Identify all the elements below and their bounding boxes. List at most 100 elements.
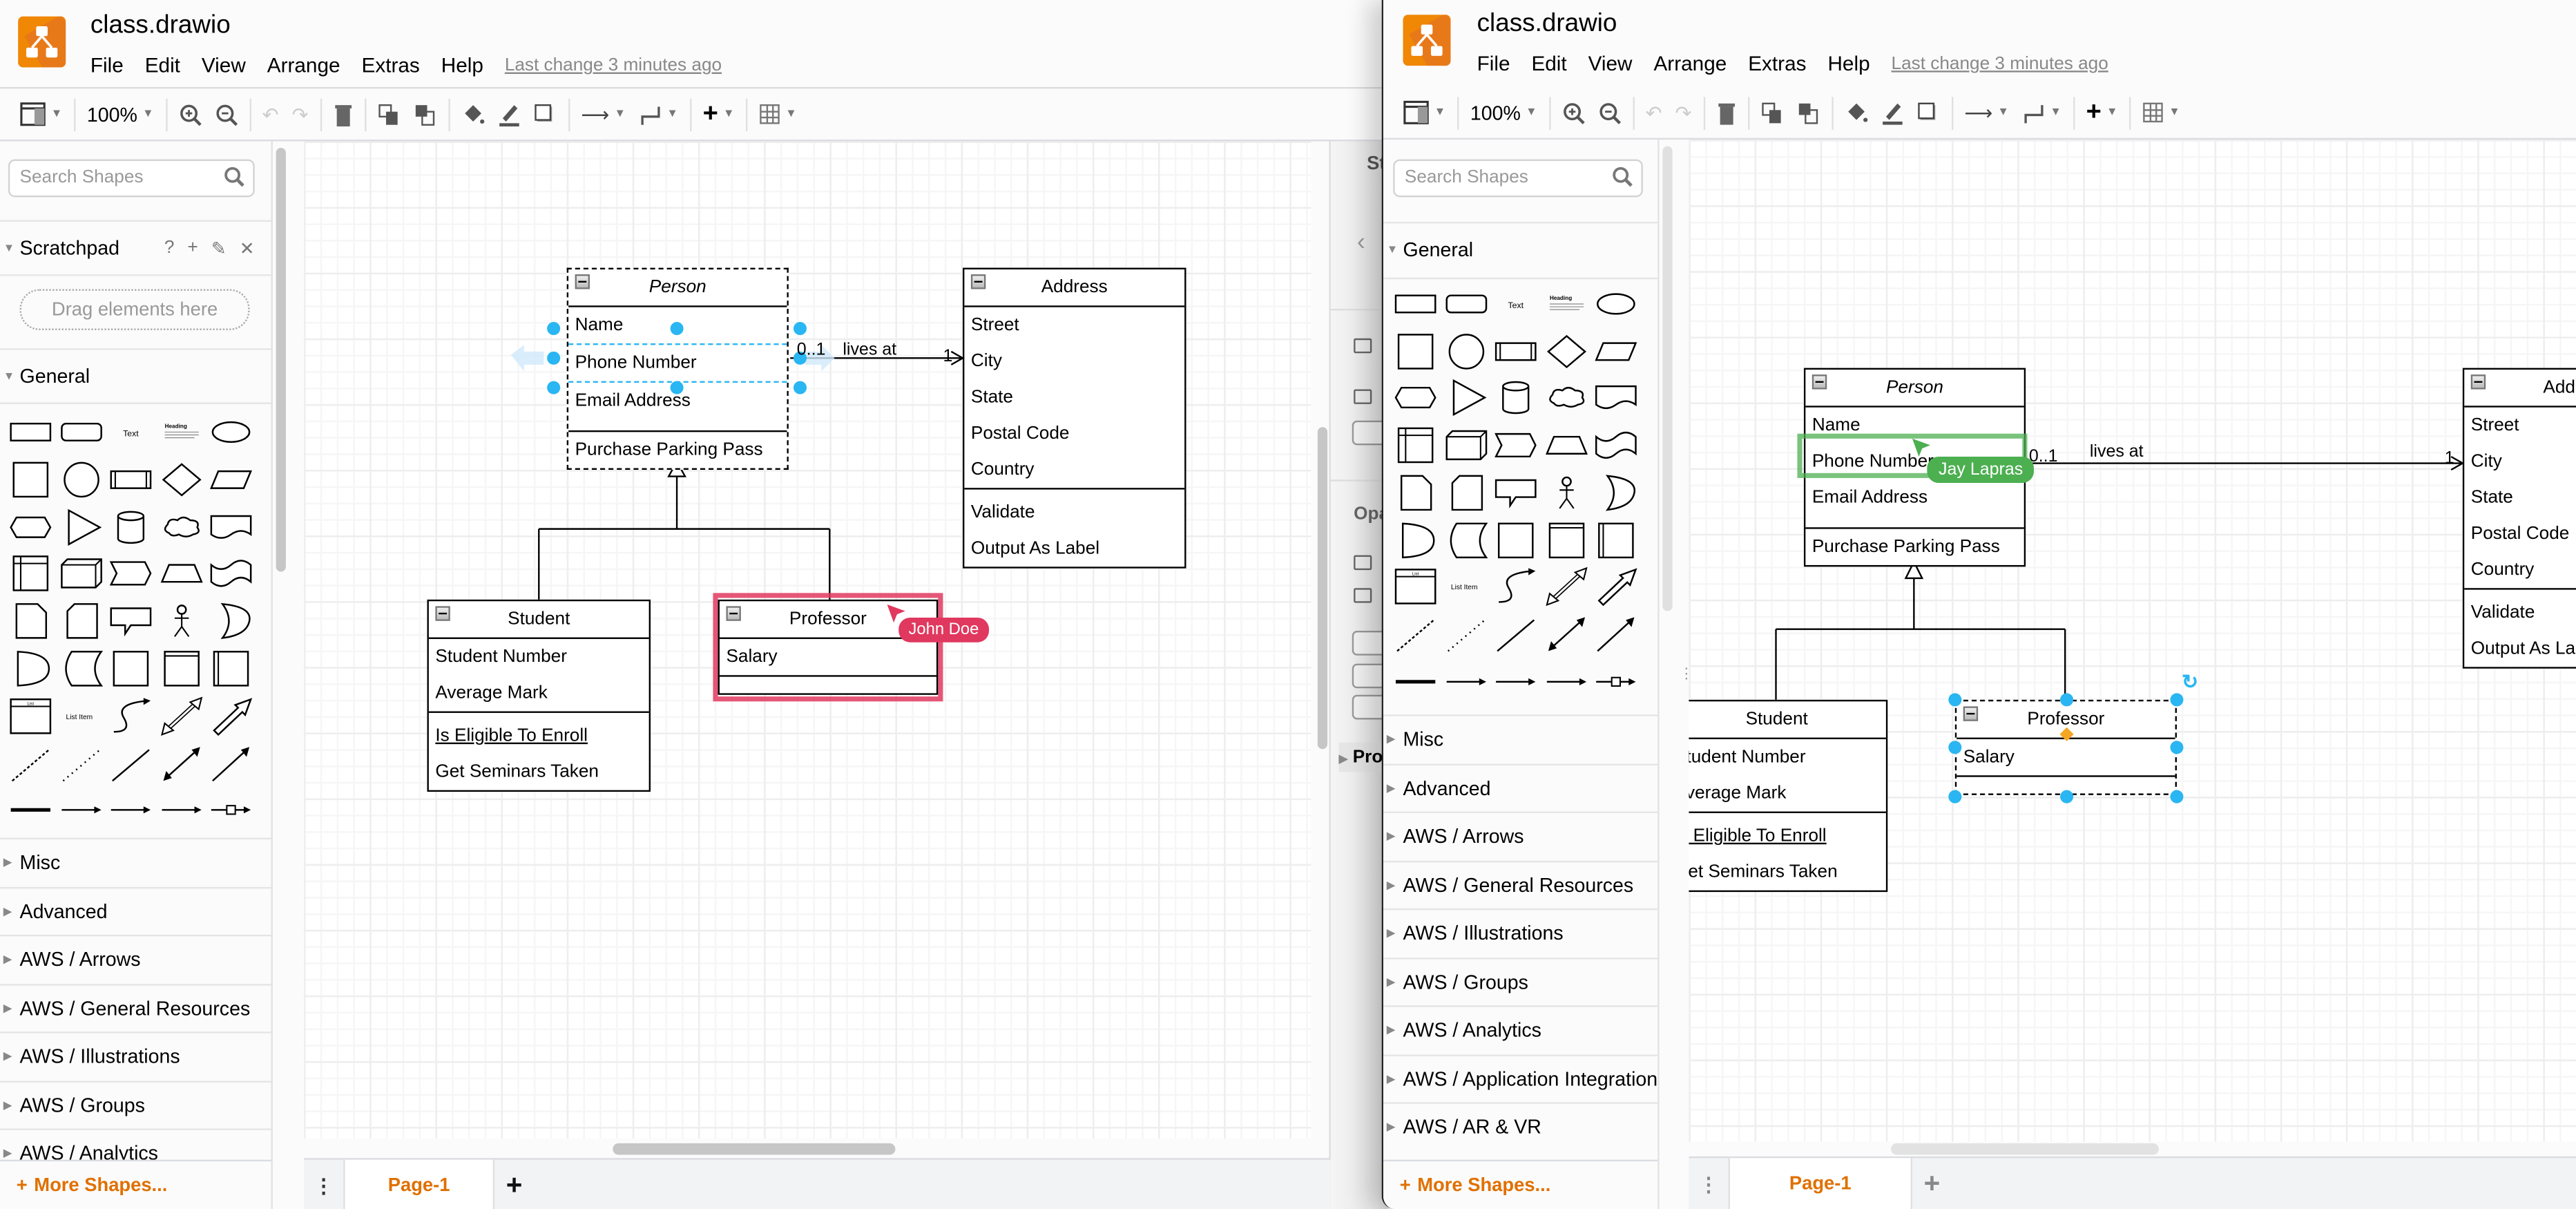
class-header[interactable]: Student <box>428 601 649 639</box>
attribute-salary[interactable]: Salary <box>1957 739 2175 775</box>
operation-is-eligible-to-enroll[interactable]: Is Eligible To Enroll <box>429 718 649 754</box>
shadow-button[interactable] <box>1910 93 1946 132</box>
to-back-button[interactable] <box>407 95 443 134</box>
property-section[interactable]: ▶ Pro <box>1338 742 1389 772</box>
attribute-average-mark[interactable]: Average Mark <box>1689 775 1885 811</box>
page-menu-icon[interactable]: ⋮ <box>1689 1158 1728 1209</box>
collapse-icon[interactable] <box>435 606 450 621</box>
class-header[interactable]: Person <box>1805 370 2024 408</box>
menu-view[interactable]: View <box>1588 53 1633 75</box>
insert-dropdown[interactable]: + ▼ <box>2079 93 2124 132</box>
edit-pencil-icon[interactable]: ✎ <box>211 238 227 259</box>
waypoints-dropdown[interactable]: ▼ <box>632 95 684 134</box>
sidebar-scrollbar[interactable] <box>276 147 286 572</box>
fill-color-button[interactable] <box>1838 93 1874 132</box>
more-shapes-button[interactable]: + More Shapes... <box>1383 1159 1658 1209</box>
diagram-canvas[interactable]: Person Name Phone Number Email Address P… <box>1689 140 2576 1142</box>
operation-get-seminars-taken[interactable]: Get Seminars Taken <box>1689 854 1885 890</box>
source-multiplicity[interactable]: 0..1 <box>797 340 826 360</box>
last-change-link[interactable]: Last change 3 minutes ago <box>1892 54 2108 75</box>
chevron-left-icon[interactable]: ‹ <box>1357 229 1365 256</box>
menu-edit[interactable]: Edit <box>145 54 180 77</box>
add-icon[interactable]: + <box>187 238 198 259</box>
to-front-button[interactable] <box>371 95 407 134</box>
sidebar-section-aws-arrows[interactable]: ▶ AWS / Arrows <box>0 934 271 983</box>
connection-style-dropdown[interactable]: ⟶ ▼ <box>575 95 633 134</box>
collapse-icon[interactable] <box>1811 374 1827 390</box>
sidebar-section-aws-arrows[interactable]: ▶ AWS / Arrows <box>1383 811 1658 860</box>
attribute-country[interactable]: Country <box>964 452 1184 488</box>
horizontal-container-shape[interactable] <box>1592 520 1651 567</box>
resize-handle[interactable] <box>793 322 807 336</box>
resize-handle[interactable] <box>670 322 684 336</box>
sidebar-section-misc[interactable]: ▶ Misc <box>1383 714 1658 763</box>
attribute-street[interactable]: Street <box>2464 408 2576 444</box>
operation-get-seminars-taken[interactable]: Get Seminars Taken <box>429 754 649 790</box>
or-shape[interactable] <box>1592 473 1651 519</box>
sidebar-section-aws-general-resources[interactable]: ▶ AWS / General Resources <box>1383 859 1658 908</box>
sidebar-section-misc[interactable]: ▶ Misc <box>0 837 271 886</box>
collapse-icon[interactable] <box>970 274 986 289</box>
class-header[interactable]: Student <box>1689 701 1886 739</box>
tape-shape[interactable] <box>207 554 267 600</box>
collapse-icon[interactable] <box>1963 706 1979 721</box>
search-shapes-field[interactable] <box>8 159 255 198</box>
menu-view[interactable]: View <box>202 54 246 77</box>
general-section-header[interactable]: ▼ General <box>0 348 271 402</box>
zoom-out-button[interactable] <box>1591 93 1627 132</box>
ellipse-shape[interactable] <box>207 412 267 459</box>
delete-button[interactable] <box>1710 93 1743 132</box>
canvas-vertical-scrollbar[interactable] <box>1317 427 1328 750</box>
resize-handle[interactable] <box>793 381 807 394</box>
undo-button[interactable]: ↶ <box>256 95 285 134</box>
association-label[interactable]: lives at <box>2090 442 2144 462</box>
menu-arrange[interactable]: Arrange <box>1653 53 1727 75</box>
canvas-horizontal-scrollbar[interactable] <box>1891 1143 2159 1155</box>
attribute-phone-number[interactable]: Phone Number <box>568 343 787 383</box>
help-icon[interactable]: ? <box>164 238 175 259</box>
checkbox[interactable] <box>1354 389 1372 404</box>
menu-extras[interactable]: Extras <box>361 54 419 77</box>
sidebar-section-aws-general-resources[interactable]: ▶ AWS / General Resources <box>0 983 271 1031</box>
class-address[interactable]: Address Street City State Postal Code Co… <box>962 267 1186 569</box>
attribute-state[interactable]: State <box>2464 479 2576 515</box>
class-header[interactable]: Person <box>568 269 787 307</box>
resize-handle[interactable] <box>2170 790 2184 803</box>
menu-file[interactable]: File <box>90 54 124 77</box>
resize-handle[interactable] <box>670 381 684 394</box>
message-connector-shape[interactable] <box>1592 661 1651 707</box>
resize-handle[interactable] <box>2060 693 2074 707</box>
sidebar-section-aws-groups[interactable]: ▶ AWS / Groups <box>1383 957 1658 1005</box>
operation-is-eligible-to-enroll[interactable]: Is Eligible To Enroll <box>1689 818 1885 854</box>
parallelogram-shape[interactable] <box>1592 332 1651 378</box>
operation-output-as-label[interactable]: Output As Label <box>2464 631 2576 667</box>
arrow-shape[interactable] <box>207 696 267 743</box>
target-multiplicity[interactable]: 1 <box>2445 448 2454 468</box>
resize-handle[interactable] <box>2060 790 2074 803</box>
operation-output-as-label[interactable]: Output As Label <box>964 531 1184 567</box>
attribute-average-mark[interactable]: Average Mark <box>429 675 649 711</box>
operation-purchase-parking-pass[interactable]: Purchase Parking Pass <box>568 432 787 468</box>
class-professor[interactable]: Professor Salary <box>1954 699 2177 795</box>
class-student[interactable]: Student Student Number Average Mark Is E… <box>427 599 651 792</box>
horizontal-container-shape[interactable] <box>207 649 267 695</box>
sidebar-section-advanced[interactable]: ▶ Advanced <box>0 886 271 935</box>
document-title[interactable]: class.drawio <box>90 12 231 41</box>
sidebar-section-aws-analytics[interactable]: ▶ AWS / Analytics <box>1383 1005 1658 1054</box>
redo-button[interactable]: ↷ <box>285 95 315 134</box>
undo-button[interactable]: ↶ <box>1639 93 1669 132</box>
page-tab[interactable]: Page-1 <box>343 1159 495 1209</box>
document-shape[interactable] <box>1592 379 1651 425</box>
resize-handle[interactable] <box>1948 790 1962 803</box>
diagram-canvas[interactable]: Person Name Phone Number Email Address P… <box>304 141 1311 1139</box>
association-label[interactable]: lives at <box>843 340 896 360</box>
line-color-button[interactable] <box>491 95 527 134</box>
sidebar-scrollbar[interactable] <box>1662 146 1673 611</box>
attribute-student-number[interactable]: Student Number <box>1689 739 1885 775</box>
line-color-button[interactable] <box>1874 93 1910 132</box>
attribute-state[interactable]: State <box>964 379 1184 415</box>
attribute-street[interactable]: Street <box>964 307 1184 343</box>
panels-button[interactable]: ▼ <box>13 95 69 134</box>
to-back-button[interactable] <box>1790 93 1826 132</box>
rotate-handle-icon[interactable]: ↻ <box>2182 670 2198 693</box>
